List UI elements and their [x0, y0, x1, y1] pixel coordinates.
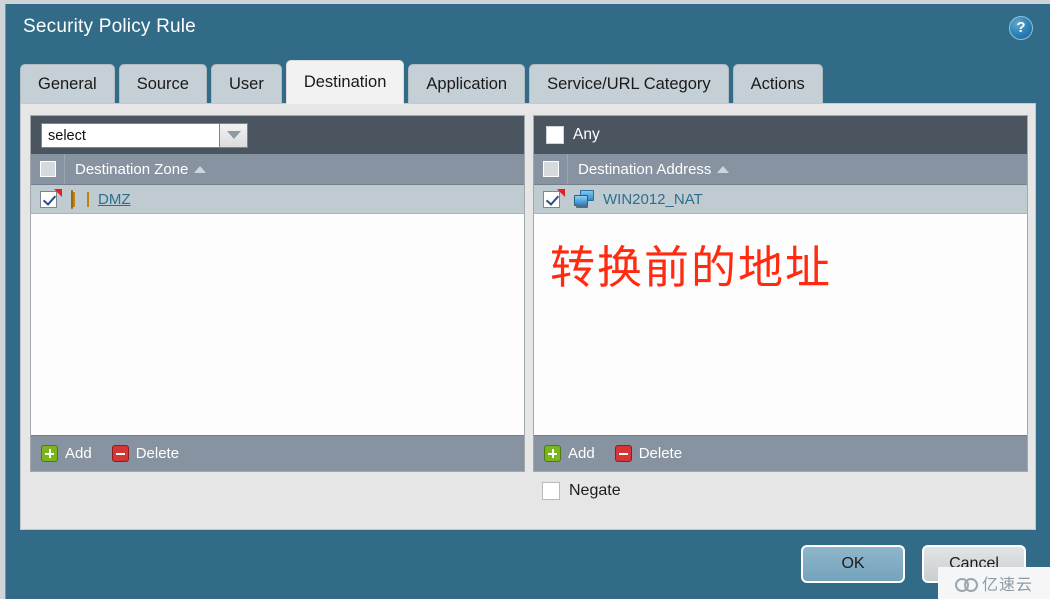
- zone-select-all-cell[interactable]: [31, 154, 65, 184]
- address-add-button[interactable]: Add: [544, 445, 595, 462]
- address-row-label[interactable]: WIN2012_NAT: [603, 191, 703, 208]
- modified-flag-icon: [557, 189, 565, 197]
- sort-ascending-icon: [194, 166, 207, 173]
- negate-label: Negate: [569, 482, 621, 499]
- zone-row-label[interactable]: DMZ: [98, 191, 131, 208]
- address-select-all-checkbox[interactable]: [542, 161, 559, 177]
- address-header-sort[interactable]: Destination Address: [568, 160, 730, 178]
- dialog-footer: OK Cancel: [6, 531, 1050, 599]
- address-delete-label: Delete: [638, 445, 683, 462]
- tab-bar: General Source User Destination Applicat…: [20, 60, 823, 104]
- zone-header-sort[interactable]: Destination Zone: [65, 160, 207, 178]
- zone-row-checkbox-cell[interactable]: [31, 185, 65, 213]
- zone-select-input[interactable]: select: [41, 122, 219, 148]
- zone-add-label: Add: [65, 445, 92, 462]
- zone-select-all-checkbox[interactable]: [39, 161, 56, 177]
- zone-header-label: Destination Zone: [75, 160, 189, 178]
- address-panel-footer: Add Delete: [534, 435, 1027, 471]
- minus-icon: [614, 445, 632, 462]
- sort-ascending-icon: [717, 166, 730, 173]
- cloud-logo-icon: [954, 576, 978, 592]
- ok-button[interactable]: OK: [801, 545, 905, 583]
- zone-row-content: DMZ: [65, 189, 131, 209]
- zone-delete-button[interactable]: Delete: [111, 445, 180, 462]
- tab-application[interactable]: Application: [408, 64, 526, 104]
- negate-checkbox[interactable]: [542, 482, 560, 500]
- destination-address-panel: Any Destination Address WIN2012_NAT 转换前的…: [533, 115, 1028, 472]
- minus-icon: [111, 445, 129, 462]
- host-icon: [574, 190, 596, 208]
- security-policy-rule-dialog: Security Policy Rule ? General Source Us…: [5, 4, 1050, 599]
- plus-icon: [41, 445, 58, 462]
- address-header-label: Destination Address: [578, 160, 712, 178]
- address-select-all-cell[interactable]: [534, 154, 568, 184]
- zone-column-header: Destination Zone: [31, 154, 524, 185]
- zone-select-dropdown-button[interactable]: [219, 122, 248, 148]
- address-row-content: WIN2012_NAT: [568, 190, 703, 208]
- zone-icon: [71, 189, 91, 209]
- table-row[interactable]: WIN2012_NAT: [534, 185, 1027, 214]
- zone-select-combo[interactable]: select: [41, 122, 248, 148]
- table-row[interactable]: DMZ: [31, 185, 524, 214]
- zone-panel-toolbar: select: [31, 116, 524, 154]
- destination-tab-panel: select Destination Zone DMZ Add Delete A…: [20, 103, 1036, 530]
- dialog-title-bar: Security Policy Rule ?: [6, 4, 1050, 52]
- plus-icon: [544, 445, 561, 462]
- zone-panel-footer: Add Delete: [31, 435, 524, 471]
- address-any-row[interactable]: Any: [546, 126, 600, 144]
- address-add-label: Add: [568, 445, 595, 462]
- address-rows: WIN2012_NAT 转换前的地址: [534, 185, 1027, 435]
- help-circle-icon[interactable]: ?: [1009, 16, 1033, 40]
- app-root: Security Policy Rule ? General Source Us…: [0, 0, 1050, 599]
- tab-user[interactable]: User: [210, 64, 282, 104]
- address-any-label: Any: [573, 126, 600, 143]
- tab-destination[interactable]: Destination: [285, 60, 405, 104]
- annotation-text: 转换前的地址: [550, 241, 833, 294]
- watermark: 亿速云: [938, 567, 1050, 599]
- tab-general[interactable]: General: [20, 64, 115, 104]
- tab-service-url-category[interactable]: Service/URL Category: [529, 64, 729, 104]
- negate-row[interactable]: Negate: [542, 482, 621, 500]
- zone-add-button[interactable]: Add: [41, 445, 92, 462]
- tab-actions[interactable]: Actions: [732, 64, 823, 104]
- page-title: Security Policy Rule: [23, 16, 196, 37]
- destination-zone-panel: select Destination Zone DMZ Add Delete: [30, 115, 525, 472]
- watermark-text: 亿速云: [981, 575, 1033, 594]
- address-delete-button[interactable]: Delete: [614, 445, 683, 462]
- chevron-down-icon: [226, 131, 241, 139]
- tab-source[interactable]: Source: [118, 64, 207, 104]
- address-row-checkbox-cell[interactable]: [534, 185, 568, 213]
- address-panel-toolbar: Any: [534, 116, 1027, 154]
- destination-columns: select Destination Zone DMZ Add Delete A…: [30, 115, 1028, 472]
- zone-delete-label: Delete: [135, 445, 180, 462]
- address-column-header: Destination Address: [534, 154, 1027, 185]
- modified-flag-icon: [54, 189, 62, 197]
- zone-rows: DMZ: [31, 185, 524, 435]
- address-any-checkbox[interactable]: [546, 126, 564, 144]
